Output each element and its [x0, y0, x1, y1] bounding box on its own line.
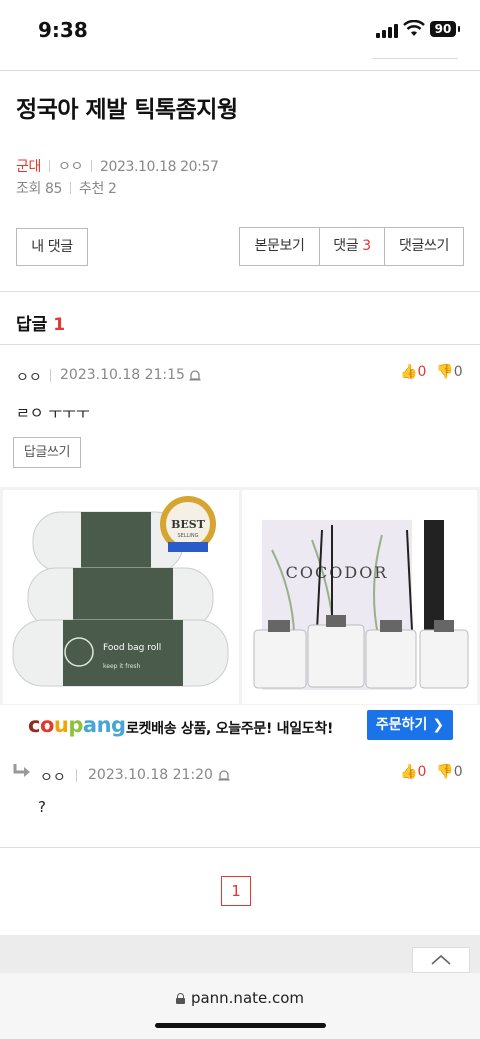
divider: [372, 58, 458, 59]
url-field[interactable]: pann.nate.com: [0, 989, 480, 1007]
view-post-button[interactable]: 본문보기: [240, 228, 319, 265]
status-bar: 9:38 90: [0, 0, 480, 62]
divider: [0, 847, 480, 848]
coupang-ad[interactable]: Food bag roll keep it fresh BEST SELLING…: [0, 487, 480, 744]
comments-button[interactable]: 댓글 3: [319, 228, 384, 265]
write-comment-button[interactable]: 댓글쓰기: [384, 228, 463, 265]
home-indicator[interactable]: [155, 1023, 326, 1028]
dislike-button[interactable]: 👎0: [436, 764, 462, 780]
scroll-top-button[interactable]: [412, 947, 470, 973]
ad-product-diffuser-image[interactable]: COCODOR: [242, 490, 477, 704]
comment-date: 2023.10.18 21:20: [88, 767, 213, 783]
page-button-current[interactable]: 1: [221, 876, 251, 906]
reply-arrow-icon: [13, 764, 30, 777]
comment-author: ㅇㅇ: [16, 370, 42, 386]
browser-bar: pann.nate.com: [0, 973, 480, 1039]
comment-text: ?: [38, 798, 46, 816]
lock-icon: [175, 993, 185, 1004]
status-time: 9:38: [38, 18, 88, 42]
dislike-button[interactable]: 👎0: [436, 364, 462, 380]
best-badge-text: BEST: [171, 518, 206, 531]
reply-button[interactable]: 답글쓰기: [13, 437, 81, 468]
comments-count: 3: [362, 238, 371, 254]
ad-text: 로켓배송 상품, 오늘주문! 내일도착!: [126, 721, 334, 737]
report-icon[interactable]: [218, 767, 230, 781]
chevron-right-icon: ❯: [432, 717, 445, 733]
post-meta: 군대 ㅇㅇ 2023.10.18 20:57: [16, 156, 219, 176]
replies-header: 답글 1: [16, 315, 66, 335]
footer-area: [0, 935, 480, 973]
like-button[interactable]: 👍0: [400, 364, 426, 380]
comment-author: ㅇㅇ: [40, 770, 66, 786]
comment-votes: 👍0 👎0: [400, 364, 463, 380]
replies-count: 1: [53, 315, 66, 335]
post-title: 정국아 제발 틱톡좀지웡: [16, 97, 238, 123]
report-icon[interactable]: [189, 367, 201, 381]
coupang-logo: coupang: [28, 713, 126, 737]
comment-date: 2023.10.18 21:15: [60, 367, 185, 383]
post-date: 2023.10.18 20:57: [99, 159, 219, 175]
wifi-icon: [403, 20, 425, 36]
post-action-group: 본문보기 댓글 3 댓글쓰기: [239, 227, 464, 266]
divider: [0, 70, 480, 71]
comments-label: 댓글: [333, 238, 359, 254]
like-button[interactable]: 👍0: [400, 764, 426, 780]
chevron-up-icon: [431, 954, 451, 965]
best-badge-sub: SELLING: [178, 533, 199, 539]
comment-votes: 👍0 👎0: [400, 764, 463, 780]
my-comments-button[interactable]: 내 댓글: [16, 228, 88, 266]
post-views: 조회 85: [16, 181, 63, 197]
ad-product-food-bag-image[interactable]: Food bag roll keep it fresh BEST SELLING: [3, 490, 239, 704]
post-category[interactable]: 군대: [16, 159, 41, 175]
order-button[interactable]: 주문하기 ❯: [367, 710, 453, 740]
cellular-signal-icon: [376, 22, 400, 38]
ad-food-bag-label: Food bag roll: [103, 643, 161, 653]
post-author: ㅇㅇ: [57, 159, 83, 175]
battery-icon: 90: [430, 21, 460, 37]
ad-banner-bar[interactable]: coupang 로켓배송 상품, 오늘주문! 내일도착! 주문하기 ❯: [0, 705, 480, 744]
ad-food-bag-sub: keep it fresh: [103, 663, 141, 670]
divider: [0, 291, 480, 292]
comment-text: ㄹㅇ ㅜㅜㅜ: [16, 404, 90, 422]
post-recommend: 추천 2: [79, 181, 117, 197]
ad-diffuser-brand: COCODOR: [286, 563, 389, 582]
post-stats: 조회 85 추천 2: [16, 178, 117, 198]
divider: [0, 344, 480, 345]
